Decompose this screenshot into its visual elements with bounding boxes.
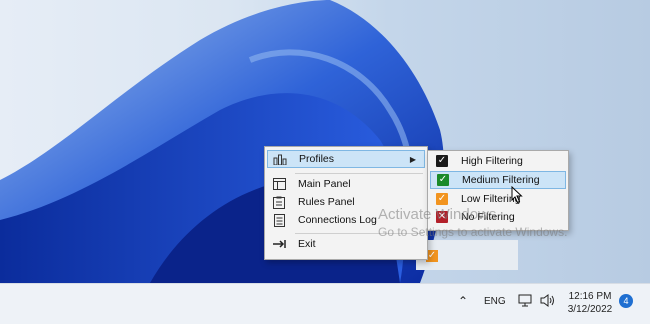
- volume-icon[interactable]: [540, 294, 556, 312]
- menu-item-label: Connections Log: [298, 214, 377, 226]
- submenu-item-medium-filtering[interactable]: ✓ Medium Filtering: [430, 171, 566, 189]
- language-indicator[interactable]: ENG: [484, 296, 506, 307]
- network-icon[interactable]: [518, 294, 532, 312]
- document-icon: [272, 213, 286, 227]
- mouse-cursor-icon: [511, 186, 523, 204]
- show-hidden-icons-chevron-icon[interactable]: ⌃: [458, 294, 468, 308]
- menu-item-label: Medium Filtering: [462, 174, 540, 186]
- menu-item-label: Profiles: [299, 153, 335, 165]
- bar-chart-icon: [273, 152, 287, 166]
- submenu-item-no-filtering[interactable]: ✕ No Filtering: [430, 208, 566, 226]
- menu-item-label: Main Panel: [298, 178, 351, 190]
- menu-item-main-panel[interactable]: Main Panel: [267, 175, 425, 193]
- clock[interactable]: 12:16 PM 3/12/2022: [566, 290, 614, 316]
- tray-context-menu: Profiles ▶ Main Panel Rules Panel Connec…: [264, 146, 428, 260]
- menu-item-profiles[interactable]: Profiles ▶: [267, 150, 425, 168]
- x-red-icon: ✕: [436, 211, 448, 223]
- menu-item-label: Rules Panel: [298, 196, 355, 208]
- exit-arrow-icon: [272, 237, 286, 251]
- menu-item-label: No Filtering: [461, 211, 515, 223]
- menu-item-connections-log[interactable]: Connections Log: [267, 211, 425, 229]
- profiles-submenu: ✓ High Filtering ✓ Medium Filtering ✓ Lo…: [427, 150, 569, 231]
- clipboard-icon: [272, 195, 286, 209]
- menu-item-label: High Filtering: [461, 155, 523, 167]
- menu-item-rules-panel[interactable]: Rules Panel: [267, 193, 425, 211]
- submenu-item-high-filtering[interactable]: ✓ High Filtering: [430, 152, 566, 170]
- clock-time: 12:16 PM: [568, 291, 612, 302]
- check-orange-icon: ✓: [436, 193, 448, 205]
- check-green-icon: ✓: [437, 174, 449, 186]
- panel-icon: [272, 177, 286, 191]
- menu-item-exit[interactable]: Exit: [267, 235, 425, 253]
- notification-badge[interactable]: 4: [619, 294, 633, 308]
- clock-date: 3/12/2022: [567, 304, 613, 315]
- submenu-item-low-filtering[interactable]: ✓ Low Filtering: [430, 190, 566, 208]
- menu-separator: [295, 173, 423, 174]
- menu-item-label: Exit: [298, 238, 316, 250]
- submenu-arrow-icon: ▶: [409, 154, 416, 164]
- menu-separator: [295, 233, 423, 234]
- check-black-icon: ✓: [436, 155, 448, 167]
